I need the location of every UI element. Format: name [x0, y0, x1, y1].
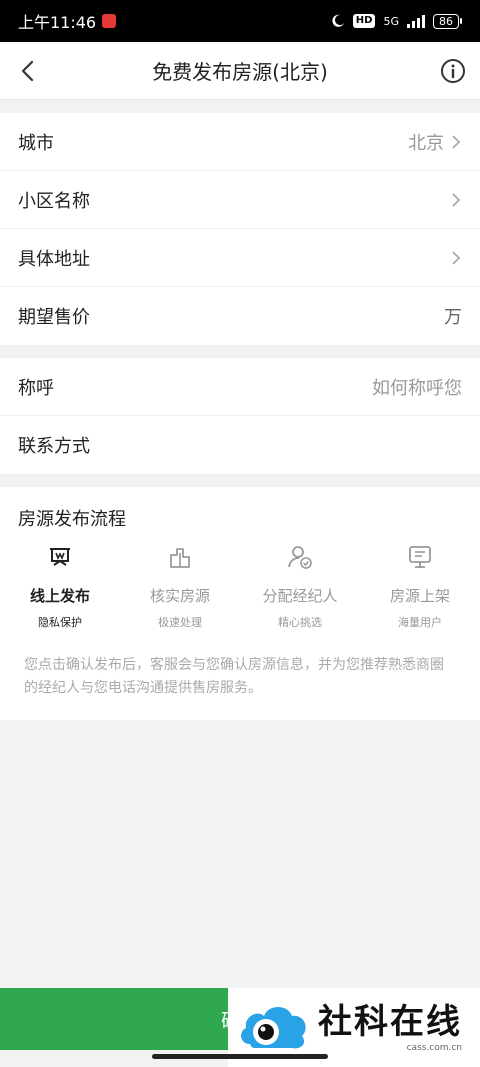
status-right: HD 5G 86 — [331, 13, 462, 29]
process-steps: 线上发布 隐私保护 核实房源 极速处理 分配经纪人 精心挑选 房源上架 海量用户 — [0, 531, 480, 630]
name-row[interactable]: 称呼 如何称呼您 — [0, 358, 480, 416]
step-verify: 核实房源 极速处理 — [120, 543, 240, 630]
city-value-group: 北京 — [408, 129, 462, 155]
process-description: 您点击确认发布后，客服会与您确认房源信息，并为您推荐熟悉商圈的经纪人与您电话沟通… — [24, 657, 444, 696]
chevron-right-icon — [452, 192, 461, 207]
hd-badge: HD — [352, 14, 376, 28]
chevron-right-icon — [452, 134, 461, 149]
community-label: 小区名称 — [18, 190, 90, 212]
watermark-url: cass.com.cn — [406, 1042, 462, 1053]
battery-level: 86 — [433, 13, 459, 29]
step-name: 核实房源 — [149, 587, 210, 605]
city-value: 北京 — [408, 132, 444, 154]
step-sub: 隐私保护 — [38, 616, 82, 629]
process-title: 房源发布流程 — [18, 509, 126, 530]
name-label: 称呼 — [18, 377, 54, 399]
name-input[interactable]: 如何称呼您 — [372, 374, 462, 400]
step-listing: 房源上架 海量用户 — [360, 543, 480, 630]
agent-check-icon — [288, 546, 312, 569]
back-arrow-icon[interactable] — [14, 56, 44, 86]
step-name: 线上发布 — [29, 587, 90, 605]
nav-bar: 免费发布房源(北京) — [0, 42, 480, 100]
price-row[interactable]: 期望售价 万 — [0, 287, 480, 345]
building-icon — [170, 548, 190, 568]
battery-icon: 86 — [433, 13, 462, 29]
address-row[interactable]: 具体地址 — [0, 229, 480, 287]
monitor-icon — [409, 546, 431, 568]
process-section: 房源发布流程 线上发布 隐私保护 核实房源 极速处理 分配经纪人 精心挑选 房源… — [0, 487, 480, 720]
step-name: 分配经纪人 — [262, 587, 338, 605]
watermark-text: 社科在线 cass.com.cn — [318, 1003, 462, 1053]
community-row[interactable]: 小区名称 — [0, 171, 480, 229]
step-online-publish: 线上发布 隐私保护 — [0, 543, 120, 630]
phone-label: 联系方式 — [18, 436, 90, 457]
signal-icon — [407, 14, 425, 28]
phone-row[interactable]: 联系方式 — [0, 416, 480, 474]
info-icon[interactable] — [440, 58, 466, 84]
notification-icon — [102, 14, 117, 28]
status-bar: 上午11:46 HD 5G 86 — [0, 0, 480, 42]
contact-section: 称呼 如何称呼您 联系方式 — [0, 358, 480, 474]
step-sub: 精心挑选 — [278, 616, 322, 629]
property-info-section: 城市 北京 小区名称 具体地址 期望售价 万 — [0, 113, 480, 345]
status-time: 上午11:46 — [18, 13, 97, 32]
price-label: 期望售价 — [18, 307, 90, 328]
city-row[interactable]: 城市 北京 — [0, 113, 480, 171]
step-name: 房源上架 — [389, 587, 450, 605]
status-left: 上午11:46 — [18, 9, 117, 33]
address-label: 具体地址 — [18, 248, 90, 270]
network-type: 5G — [383, 14, 399, 28]
watermark-logo-icon — [241, 1006, 306, 1048]
step-sub: 极速处理 — [158, 616, 202, 629]
step-assign-agent: 分配经纪人 精心挑选 — [240, 543, 360, 630]
moon-icon — [332, 14, 344, 27]
home-indicator[interactable] — [152, 1054, 328, 1059]
step-sub: 海量用户 — [398, 616, 442, 629]
chevron-right-icon — [452, 250, 461, 265]
city-label: 城市 — [18, 132, 54, 154]
watermark-title: 社科在线 — [318, 1001, 462, 1042]
price-unit: 万 — [444, 307, 462, 328]
page-title: 免费发布房源(北京) — [152, 60, 328, 84]
broadcast-icon — [50, 548, 70, 566]
